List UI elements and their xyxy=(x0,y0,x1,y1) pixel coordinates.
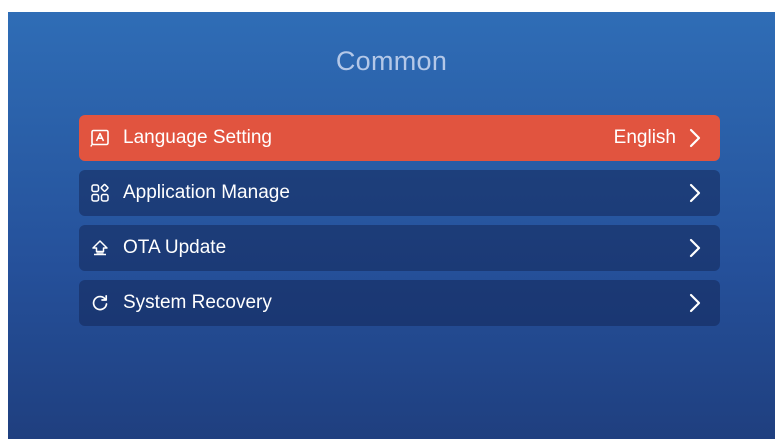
chevron-right-icon xyxy=(688,292,702,314)
language-value: English xyxy=(613,127,676,148)
menu-item-label: Application Manage xyxy=(123,182,290,203)
menu-item-application-manage[interactable]: Application Manage xyxy=(79,170,720,216)
menu-item-language-setting[interactable]: Language Setting English xyxy=(79,115,720,161)
settings-screen: Common Language Setting English Applicat… xyxy=(8,12,775,439)
apps-grid-icon xyxy=(89,182,111,204)
menu-item-label: Language Setting xyxy=(123,127,272,148)
page-title: Common xyxy=(335,46,448,76)
recovery-icon xyxy=(89,292,111,314)
menu-item-label: System Recovery xyxy=(123,292,272,313)
menu-item-label: OTA Update xyxy=(123,237,227,258)
menu-item-ota-update[interactable]: OTA Update xyxy=(79,225,720,271)
settings-menu: Language Setting English Application Man… xyxy=(79,115,720,335)
ota-update-icon xyxy=(89,237,111,259)
menu-item-system-recovery[interactable]: System Recovery xyxy=(79,280,720,326)
language-icon xyxy=(89,127,111,149)
chevron-right-icon xyxy=(688,127,702,149)
chevron-right-icon xyxy=(688,182,702,204)
chevron-right-icon xyxy=(688,237,702,259)
